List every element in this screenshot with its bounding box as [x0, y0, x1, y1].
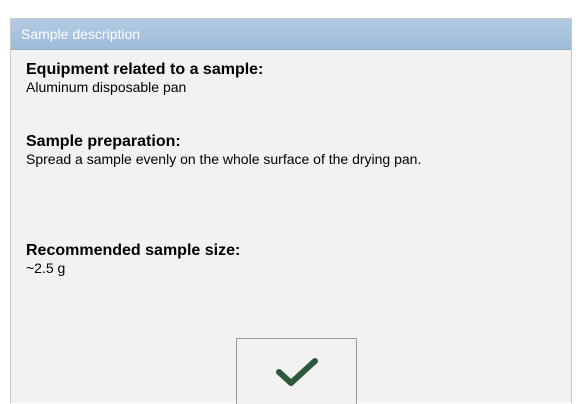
equipment-value: Aluminum disposable pan [26, 79, 187, 95]
preparation-section: Sample preparation: Spread a sample even… [26, 133, 571, 168]
sample-size-section: Recommended sample size: ~2.5 g [26, 242, 571, 277]
equipment-label: Equipment related to a sample: [26, 61, 264, 78]
preparation-label: Sample preparation: [26, 133, 181, 150]
sample-description-dialog: Sample description Equipment related to … [10, 18, 572, 404]
sample-size-value: ~2.5 g [26, 260, 66, 276]
dialog-content: Equipment related to a sample: Aluminum … [11, 50, 571, 277]
equipment-section: Equipment related to a sample: Aluminum … [26, 61, 571, 96]
dialog-title: Sample description [11, 19, 571, 50]
sample-size-label: Recommended sample size: [26, 242, 241, 259]
checkmark-icon [275, 357, 318, 386]
confirm-button[interactable] [236, 338, 357, 404]
preparation-value: Spread a sample evenly on the whole surf… [26, 151, 422, 167]
